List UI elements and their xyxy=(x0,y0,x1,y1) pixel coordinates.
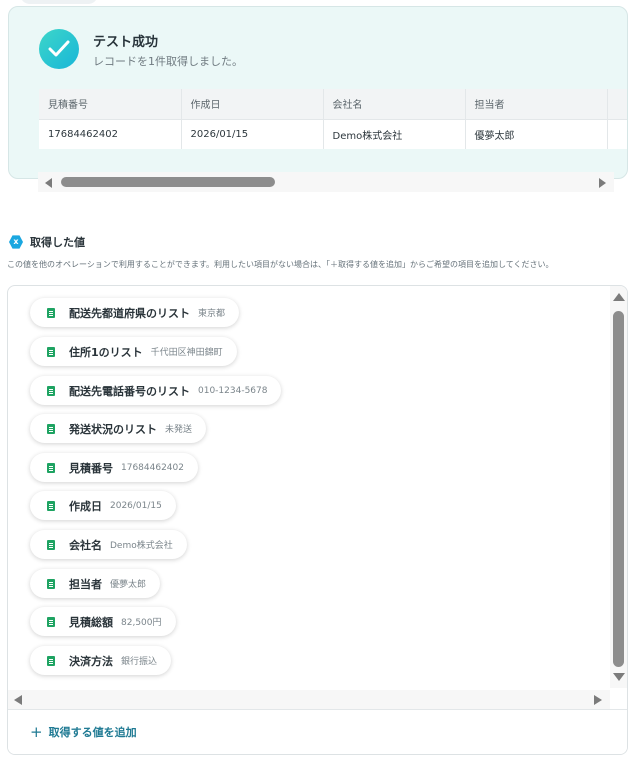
value-text: 千代田区神田錦町 xyxy=(150,348,223,358)
value-text: 優夢太郎 xyxy=(110,580,147,590)
sheet-icon xyxy=(47,462,55,473)
value-label: 担当者 xyxy=(69,577,102,591)
value-label: 会社名 xyxy=(69,538,102,552)
test-result-card: テスト成功 レコードを1件取得しました。 見積番号 作成日 会社名 担当者 17… xyxy=(8,6,628,179)
scroll-up-arrow-icon[interactable] xyxy=(613,293,625,301)
table-cell: 優夢太郎 xyxy=(465,119,608,149)
sheet-icon xyxy=(47,539,55,550)
values-vertical-scrollbar[interactable] xyxy=(610,286,627,688)
table-row: 17684462402 2026/01/15 Demo株式会社 優夢太郎 xyxy=(39,119,627,149)
value-text: Demo株式会社 xyxy=(110,541,173,551)
value-text: 82,500円 xyxy=(121,618,162,628)
add-value-button[interactable]: + 取得する値を追加 xyxy=(30,724,137,740)
sheet-icon xyxy=(47,346,55,357)
value-chip[interactable]: 担当者 優夢太郎 xyxy=(30,569,161,598)
value-text: 2026/01/15 xyxy=(110,500,162,511)
value-chip[interactable]: 配送先電話番号のリスト 010-1234-5678 xyxy=(30,376,282,405)
values-panel: 配送先都道府県のリスト 東京都 住所1のリスト 千代田区神田錦町 配送先電話番号… xyxy=(7,285,628,755)
column-header xyxy=(607,89,627,120)
sheet-icon xyxy=(47,578,55,589)
result-subtitle: レコードを1件取得しました。 xyxy=(93,55,243,68)
value-text: 銀行振込 xyxy=(121,657,158,667)
scrollbar-thumb[interactable] xyxy=(61,177,275,187)
result-table: 見積番号 作成日 会社名 担当者 17684462402 2026/01/15 … xyxy=(39,89,627,149)
scrollbar-thumb[interactable] xyxy=(613,311,624,667)
table-header-row: 見積番号 作成日 会社名 担当者 xyxy=(39,89,627,120)
sheet-icon xyxy=(47,655,55,666)
value-label: 住所1のリスト xyxy=(69,345,143,359)
value-label: 作成日 xyxy=(69,499,102,513)
value-chip[interactable]: 見積番号 17684462402 xyxy=(30,453,198,482)
table-cell: 2026/01/15 xyxy=(181,119,324,149)
value-chip[interactable]: 見積総額 82,500円 xyxy=(30,607,176,636)
value-text: 010-1234-5678 xyxy=(198,385,268,396)
value-label: 配送先電話番号のリスト xyxy=(69,384,190,398)
table-cell: Demo株式会社 xyxy=(323,119,466,149)
result-horizontal-scrollbar[interactable] xyxy=(38,172,614,192)
top-tab-stub xyxy=(20,0,98,4)
values-horizontal-scrollbar[interactable] xyxy=(8,690,610,710)
result-title: テスト成功 xyxy=(93,35,159,50)
sheet-icon xyxy=(47,616,55,627)
plus-icon: + xyxy=(30,723,43,741)
column-header: 作成日 xyxy=(181,89,324,120)
value-chip[interactable]: 会社名 Demo株式会社 xyxy=(30,530,187,559)
value-chip[interactable]: 配送先都道府県のリスト 東京都 xyxy=(30,298,240,327)
value-text: 17684462402 xyxy=(121,462,184,473)
value-label: 決済方法 xyxy=(69,654,113,668)
scroll-left-arrow-icon[interactable] xyxy=(14,695,22,705)
scroll-right-arrow-icon[interactable] xyxy=(599,178,606,188)
section-title: 取得した値 xyxy=(30,236,85,249)
scroll-left-arrow-icon[interactable] xyxy=(45,178,52,188)
success-check-icon xyxy=(39,29,79,69)
section-description: この値を他のオペレーションで利用することができます。利用したい項目がない場合は、… xyxy=(7,260,554,269)
column-header: 会社名 xyxy=(323,89,466,120)
value-chip[interactable]: 作成日 2026/01/15 xyxy=(30,491,176,520)
value-chip[interactable]: 決済方法 銀行振込 xyxy=(30,646,172,675)
value-label: 見積総額 xyxy=(69,615,113,629)
scroll-right-arrow-icon[interactable] xyxy=(594,695,602,705)
value-text: 東京都 xyxy=(198,309,226,319)
table-cell xyxy=(607,119,627,149)
add-value-label: 取得する値を追加 xyxy=(48,726,137,739)
value-chip[interactable]: 住所1のリスト 千代田区神田錦町 xyxy=(30,337,237,366)
value-chip[interactable]: 発送状況のリスト 未発送 xyxy=(30,414,207,443)
sheet-icon xyxy=(47,500,55,511)
table-cell: 17684462402 xyxy=(39,119,182,149)
sheet-icon xyxy=(47,423,55,434)
values-panel-footer: + 取得する値を追加 xyxy=(8,709,627,754)
x-badge-icon: x xyxy=(9,235,23,249)
scroll-down-arrow-icon[interactable] xyxy=(613,673,625,681)
value-label: 発送状況のリスト xyxy=(69,422,157,436)
column-header: 担当者 xyxy=(465,89,608,120)
column-header: 見積番号 xyxy=(39,89,182,120)
value-label: 見積番号 xyxy=(69,461,113,475)
value-text: 未発送 xyxy=(165,425,193,435)
value-label: 配送先都道府県のリスト xyxy=(69,306,190,320)
sheet-icon xyxy=(47,307,55,318)
sheet-icon xyxy=(47,385,55,396)
